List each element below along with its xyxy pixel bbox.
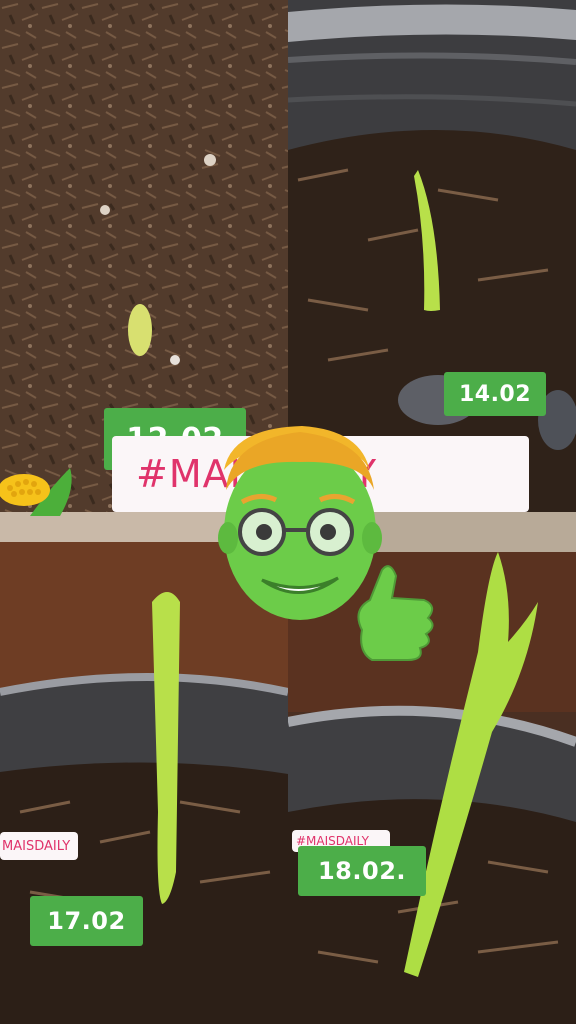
memoji-thumbs-up [218, 426, 434, 661]
seedling-shoot [128, 304, 152, 356]
date-badge: 18.02. [298, 846, 426, 896]
date-badge: 17.02 [30, 896, 143, 946]
date-badge: 14.02 [444, 372, 546, 416]
corn-sticker [0, 468, 72, 516]
hashtag-tag: MAISDAILY [0, 832, 78, 860]
